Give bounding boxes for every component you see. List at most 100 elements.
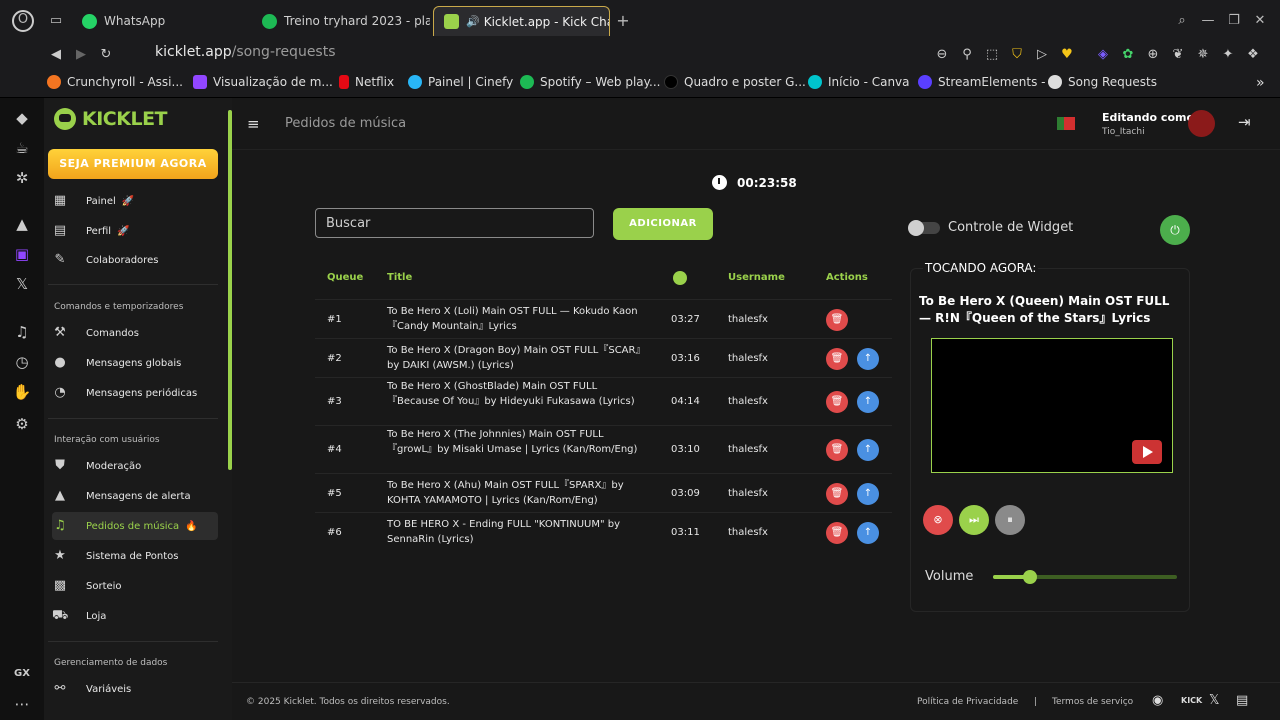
- sidebar-item-moderacao[interactable]: ⛊ Moderação: [52, 452, 218, 480]
- bookmark-streamelements[interactable]: StreamElements -: [918, 75, 1046, 89]
- bookmark-cinefy[interactable]: Painel | Cinefy: [408, 75, 513, 89]
- move-up-icon[interactable]: ↑: [857, 348, 879, 370]
- footer-separator: |: [1034, 697, 1038, 707]
- power-icon[interactable]: ⏻: [1160, 215, 1190, 245]
- play-icon[interactable]: ▷: [1033, 46, 1051, 64]
- tab-kicklet[interactable]: 🔊 Kicklet.app - Kick Cha: [433, 6, 610, 36]
- sidebar-item-mensagens-alerta[interactable]: ▲ Mensagens de alerta: [52, 482, 218, 510]
- logout-icon[interactable]: ⇥: [1238, 113, 1251, 131]
- extensions-icon[interactable]: ✋: [12, 382, 32, 402]
- twitch-icon[interactable]: ▣: [12, 244, 32, 264]
- delete-icon[interactable]: 🗑: [826, 391, 848, 413]
- zoom-icon[interactable]: ⊖: [933, 46, 951, 64]
- sidebar-item-mensagens-globais[interactable]: ● Mensagens globais: [52, 349, 218, 377]
- sidebar-item-loja[interactable]: ⛟ Loja: [52, 602, 218, 630]
- tab-whatsapp[interactable]: WhatsApp: [72, 6, 250, 36]
- extension-icon[interactable]: ✵: [1194, 46, 1212, 64]
- bookmark-quadro[interactable]: Quadro e poster G...: [664, 75, 806, 89]
- new-tab-button[interactable]: +: [613, 11, 633, 31]
- extension-icon[interactable]: ◈: [1094, 46, 1112, 64]
- avatar[interactable]: [1188, 110, 1215, 137]
- bookmark-spotify[interactable]: Spotify – Web play...: [520, 75, 660, 89]
- copyright: © 2025 Kicklet. Todos os direitos reserv…: [246, 697, 450, 707]
- pause-button[interactable]: ⏸: [995, 505, 1025, 535]
- bookmark-song-requests[interactable]: Song Requests: [1048, 75, 1157, 89]
- volume-slider[interactable]: [993, 570, 1177, 584]
- bookmark-netflix[interactable]: Netflix: [339, 75, 394, 89]
- sidebar-item-mensagens-periodicas[interactable]: ◔ Mensagens periódicas: [52, 379, 218, 407]
- forward-icon[interactable]: ▶: [72, 46, 90, 64]
- volume-handle[interactable]: [1022, 570, 1037, 584]
- terms-link[interactable]: Termos de serviço: [1052, 697, 1133, 707]
- bookmark-canva[interactable]: Início - Canva: [808, 75, 910, 89]
- kicklet-logo[interactable]: KICKLET: [54, 108, 168, 130]
- extension-icon[interactable]: ✦: [1219, 46, 1237, 64]
- snapshot-icon[interactable]: ⬚: [983, 46, 1001, 64]
- extension-icon[interactable]: ❦: [1169, 46, 1187, 64]
- more-icon[interactable]: ⋯: [12, 694, 32, 714]
- stop-button[interactable]: ⊗: [923, 505, 953, 535]
- more-bookmarks-icon[interactable]: »: [1256, 75, 1265, 91]
- opera-gx-logo-icon[interactable]: O: [12, 10, 34, 32]
- pin-icon[interactable]: ⚲: [958, 46, 976, 64]
- kicklet-logo-icon: [54, 108, 76, 130]
- privacy-link[interactable]: Política de Privacidade: [917, 697, 1018, 707]
- bookmark-crunchyroll[interactable]: Crunchyroll - Assi...: [47, 75, 183, 89]
- sidebar-item-pedidos-musica[interactable]: ♫ Pedidos de música 🔥: [52, 512, 218, 540]
- sidebar-item-painel[interactable]: ▦ Painel 🚀: [52, 187, 218, 215]
- sidebar-item-variaveis[interactable]: ⚯ Variáveis: [52, 675, 218, 703]
- gx-control-icon[interactable]: ✲: [12, 168, 32, 188]
- search-icon[interactable]: ⌕: [1172, 11, 1192, 31]
- hammer-icon: ⚒: [54, 325, 66, 340]
- gx-cleaner-icon[interactable]: ☕: [12, 138, 32, 158]
- maximize-icon[interactable]: ❐: [1224, 11, 1244, 31]
- delete-icon[interactable]: 🗑: [826, 439, 848, 461]
- move-up-icon[interactable]: ↑: [857, 483, 879, 505]
- portugal-flag-icon[interactable]: [1057, 117, 1075, 130]
- heart-icon[interactable]: ♥: [1058, 46, 1076, 64]
- widget-control: Controle de Widget: [908, 219, 1073, 236]
- search-input[interactable]: [315, 208, 594, 238]
- tab-manager-icon[interactable]: ▭: [46, 11, 66, 31]
- sidebar-item-sistema-pontos[interactable]: ★ Sistema de Pontos: [52, 542, 218, 570]
- bookmark-twitch[interactable]: Visualização de m...: [193, 75, 333, 89]
- back-icon[interactable]: ◀: [47, 46, 65, 64]
- shield-icon[interactable]: ⛉: [1008, 46, 1026, 64]
- settings-icon[interactable]: ⚙: [12, 414, 32, 434]
- widget-toggle[interactable]: [908, 219, 940, 236]
- x-icon[interactable]: 𝕏: [1209, 693, 1219, 708]
- delete-icon[interactable]: 🗑: [826, 522, 848, 544]
- video-player[interactable]: [931, 338, 1173, 473]
- section-user-interaction: Interação com usuários: [54, 435, 160, 445]
- document-icon[interactable]: ▤: [1236, 693, 1248, 708]
- gx-corner-icon[interactable]: ◆: [12, 108, 32, 128]
- history-icon[interactable]: ◷: [12, 352, 32, 372]
- delete-icon[interactable]: 🗑: [826, 483, 848, 505]
- kick-icon[interactable]: KICK: [1181, 696, 1202, 705]
- minimize-icon[interactable]: —: [1198, 11, 1218, 31]
- add-button[interactable]: ADICIONAR: [613, 208, 713, 240]
- tab-spotify[interactable]: Treino tryhard 2023 - pla: [252, 6, 430, 36]
- move-up-icon[interactable]: ↑: [857, 391, 879, 413]
- download-icon[interactable]: ⊕: [1144, 46, 1162, 64]
- extension-icon[interactable]: ✿: [1119, 46, 1137, 64]
- delete-icon[interactable]: 🗑: [826, 348, 848, 370]
- music-player-icon[interactable]: ♫: [12, 322, 32, 342]
- move-up-icon[interactable]: ↑: [857, 439, 879, 461]
- discord-icon[interactable]: ◉: [1152, 693, 1163, 708]
- kick-icon[interactable]: ▲: [12, 214, 32, 234]
- premium-button[interactable]: SEJA PREMIUM AGORA: [48, 149, 218, 179]
- x-icon[interactable]: 𝕏: [12, 274, 32, 294]
- menu-toggle-icon[interactable]: ≡: [247, 115, 260, 133]
- close-icon[interactable]: ✕: [1250, 11, 1270, 31]
- extensions-menu-icon[interactable]: ❖: [1244, 46, 1262, 64]
- skip-button[interactable]: ⏭: [959, 505, 989, 535]
- sidebar-item-colaboradores[interactable]: ✎ Colaboradores: [52, 246, 218, 274]
- sidebar-item-sorteio[interactable]: ▩ Sorteio: [52, 572, 218, 600]
- url-field[interactable]: kicklet.app/song-requests: [155, 44, 336, 60]
- sidebar-item-comandos[interactable]: ⚒ Comandos: [52, 319, 218, 347]
- reload-icon[interactable]: ↻: [97, 46, 115, 64]
- move-up-icon[interactable]: ↑: [857, 522, 879, 544]
- delete-icon[interactable]: 🗑: [826, 309, 848, 331]
- sidebar-item-perfil[interactable]: ▤ Perfil 🚀: [52, 217, 218, 245]
